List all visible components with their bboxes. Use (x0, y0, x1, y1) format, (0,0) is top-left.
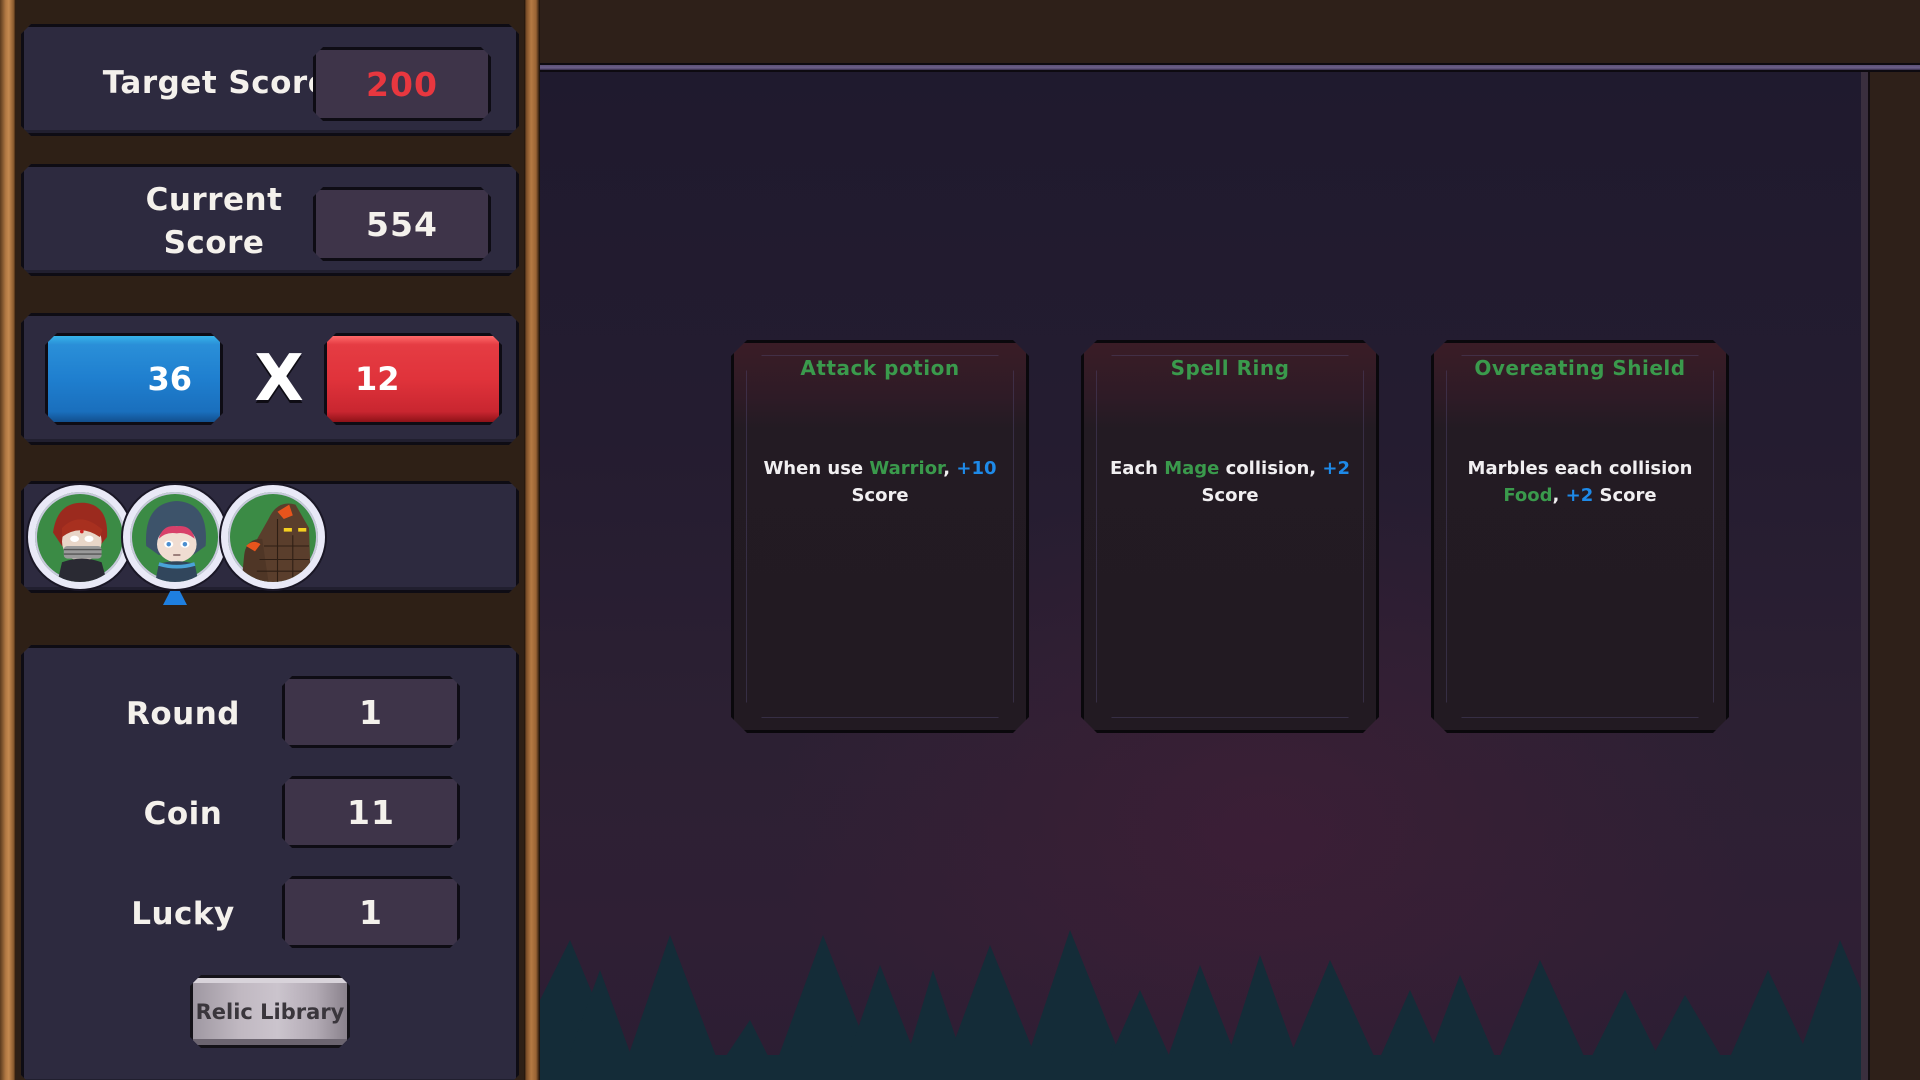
wood-frame-divider (524, 0, 540, 1080)
relic-description: Marbles each collision Food, +2 Score (1454, 455, 1706, 509)
top-bar (540, 0, 1920, 64)
desc-text: When use (763, 458, 870, 479)
multiply-sign: X (254, 342, 304, 416)
forest-silhouette (540, 930, 1861, 1080)
desc-text: , (943, 458, 957, 479)
relic-card-overeating-shield[interactable]: Overeating Shield Marbles each collision… (1431, 340, 1729, 733)
target-score-value: 200 (313, 47, 491, 121)
desc-text: Score (851, 485, 909, 506)
lucky-label: Lucky (131, 896, 235, 932)
current-score-panel: Current Score 554 (21, 164, 519, 276)
mage-portrait-icon (130, 492, 220, 582)
relic-title: Spell Ring (1170, 356, 1290, 380)
desc-text: collision, (1219, 458, 1323, 479)
target-score-label: Target Score (102, 65, 330, 101)
coin-label: Coin (143, 796, 223, 832)
avatar-warrior[interactable] (28, 485, 132, 589)
current-score-label: Current Score (134, 179, 294, 265)
relic-card-attack-potion[interactable]: Attack potion When use Warrior, +10 Scor… (731, 340, 1029, 733)
golem-portrait-icon (228, 492, 318, 582)
relic-description: When use Warrior, +10 Score (754, 455, 1006, 509)
team-panel (21, 481, 519, 593)
desc-text: Score (1593, 485, 1657, 506)
desc-bonus: +10 (956, 458, 997, 479)
desc-text: Each (1110, 458, 1165, 479)
multiplier-chip: 12 (324, 333, 502, 425)
current-score-value: 554 (313, 187, 491, 261)
relic-title: Attack potion (800, 356, 960, 380)
avatar-lava-golem[interactable] (221, 485, 325, 589)
round-value: 1 (282, 676, 460, 748)
top-bar-border (540, 63, 1920, 72)
wood-frame-left (0, 0, 16, 1080)
warrior-portrait-icon (35, 492, 125, 582)
score-multiplier-panel: 36 X 12 (21, 313, 519, 445)
round-label: Round (126, 696, 240, 732)
right-frame (1861, 72, 1920, 1080)
current-score-label-line1: Current (145, 182, 283, 218)
ground (540, 1055, 1861, 1080)
relic-title: Overeating Shield (1474, 356, 1686, 380)
desc-keyword: Mage (1164, 458, 1220, 479)
target-score-panel: Target Score 200 (21, 24, 519, 136)
avatar-mage[interactable] (123, 485, 227, 589)
desc-text: Marbles each collision (1467, 458, 1693, 479)
desc-bonus: +2 (1565, 485, 1594, 506)
desc-keyword: Food (1503, 485, 1553, 506)
relic-description: Each Mage collision, +2 Score (1104, 455, 1356, 509)
lucky-value: 1 (282, 876, 460, 948)
current-score-label-line2: Score (163, 225, 265, 261)
desc-text: , (1552, 485, 1566, 506)
relic-library-button[interactable]: Relic Library (190, 975, 350, 1048)
coin-value: 11 (282, 776, 460, 848)
desc-text: Score (1201, 485, 1259, 506)
desc-keyword: Warrior (869, 458, 944, 479)
desc-bonus: +2 (1322, 458, 1350, 479)
relic-card-spell-ring[interactable]: Spell Ring Each Mage collision, +2 Score (1081, 340, 1379, 733)
base-score-chip: 36 (45, 333, 223, 425)
